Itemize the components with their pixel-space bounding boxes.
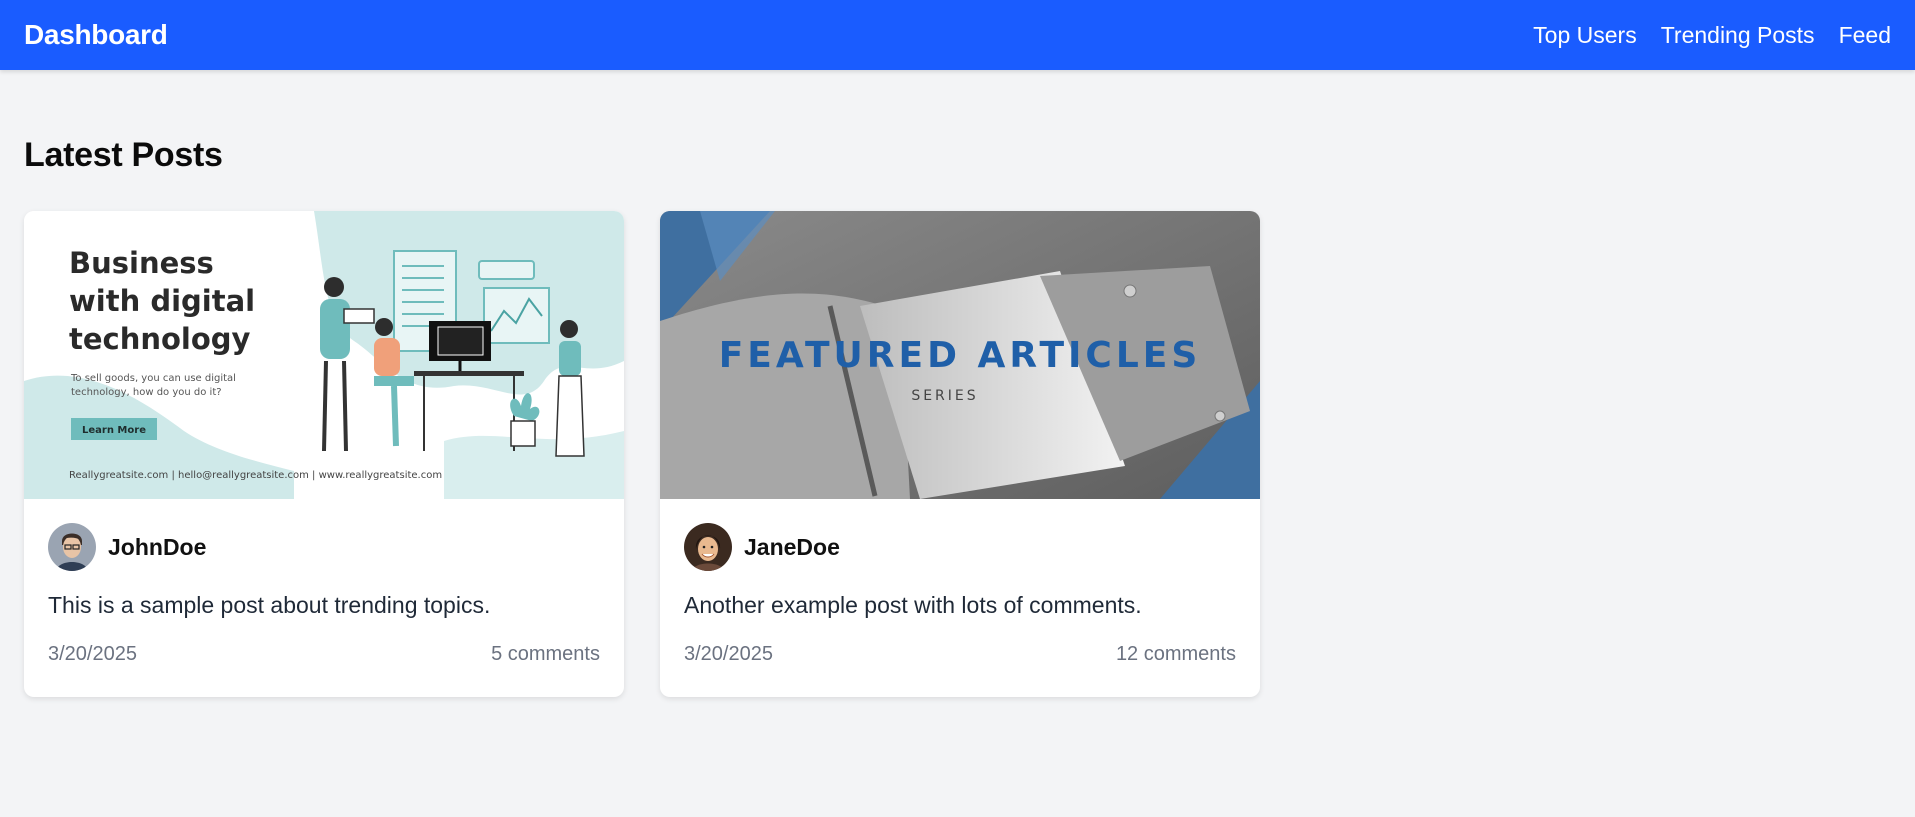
post-text: Another example post with lots of commen… [684, 592, 1142, 618]
author-name[interactable]: JohnDoe [108, 534, 206, 561]
main-content: Latest Posts Business with digital techn… [0, 70, 1915, 697]
image-button-text: Learn More [82, 425, 146, 436]
nav-link-trending-posts[interactable]: Trending Posts [1661, 22, 1815, 49]
post-footer: 3/20/2025 5 comments [48, 643, 600, 666]
image-subtext-2: technology, how do you do it? [71, 387, 222, 398]
image-footer-text: Reallygreatsite.com | hello@reallygreats… [69, 470, 442, 481]
brand-title[interactable]: Dashboard [24, 19, 168, 51]
post-comment-count[interactable]: 12 comments [1116, 643, 1236, 666]
post-date: 3/20/2025 [48, 642, 137, 665]
image-featured-title: FEATURED ARTICLES [719, 335, 1202, 376]
avatar[interactable] [684, 523, 732, 571]
post-grid: Business with digital technology To sell… [24, 211, 1891, 697]
nav-links: Top Users Trending Posts Feed [1533, 22, 1891, 49]
post-author: JohnDoe [48, 523, 600, 571]
section-title: Latest Posts [24, 136, 223, 174]
post-card-body: JohnDoe This is a sample post about tren… [24, 499, 624, 666]
nav-link-top-users[interactable]: Top Users [1533, 22, 1637, 49]
author-name[interactable]: JaneDoe [744, 534, 840, 561]
nav-link-feed[interactable]: Feed [1839, 22, 1891, 49]
image-subtext-1: To sell goods, you can use digital [70, 373, 236, 384]
post-card[interactable]: Business with digital technology To sell… [24, 211, 624, 697]
post-comment-count[interactable]: 5 comments [491, 643, 600, 666]
post-card-body: JaneDoe Another example post with lots o… [660, 499, 1260, 666]
image-heading-3: technology [69, 322, 251, 356]
image-featured-subtitle: SERIES [911, 388, 978, 404]
post-text: This is a sample post about trending top… [48, 592, 491, 618]
image-heading-2: with digital [69, 284, 255, 318]
avatar[interactable] [48, 523, 96, 571]
post-date: 3/20/2025 [684, 642, 773, 665]
post-image: Business with digital technology To sell… [24, 211, 624, 499]
post-author: JaneDoe [684, 523, 1236, 571]
post-footer: 3/20/2025 12 comments [684, 643, 1236, 666]
image-heading-1: Business [69, 246, 214, 280]
post-image: FEATURED ARTICLES SERIES [660, 211, 1260, 499]
post-card[interactable]: FEATURED ARTICLES SERIES JaneDoe Another… [660, 211, 1260, 697]
top-navbar: Dashboard Top Users Trending Posts Feed [0, 0, 1915, 70]
